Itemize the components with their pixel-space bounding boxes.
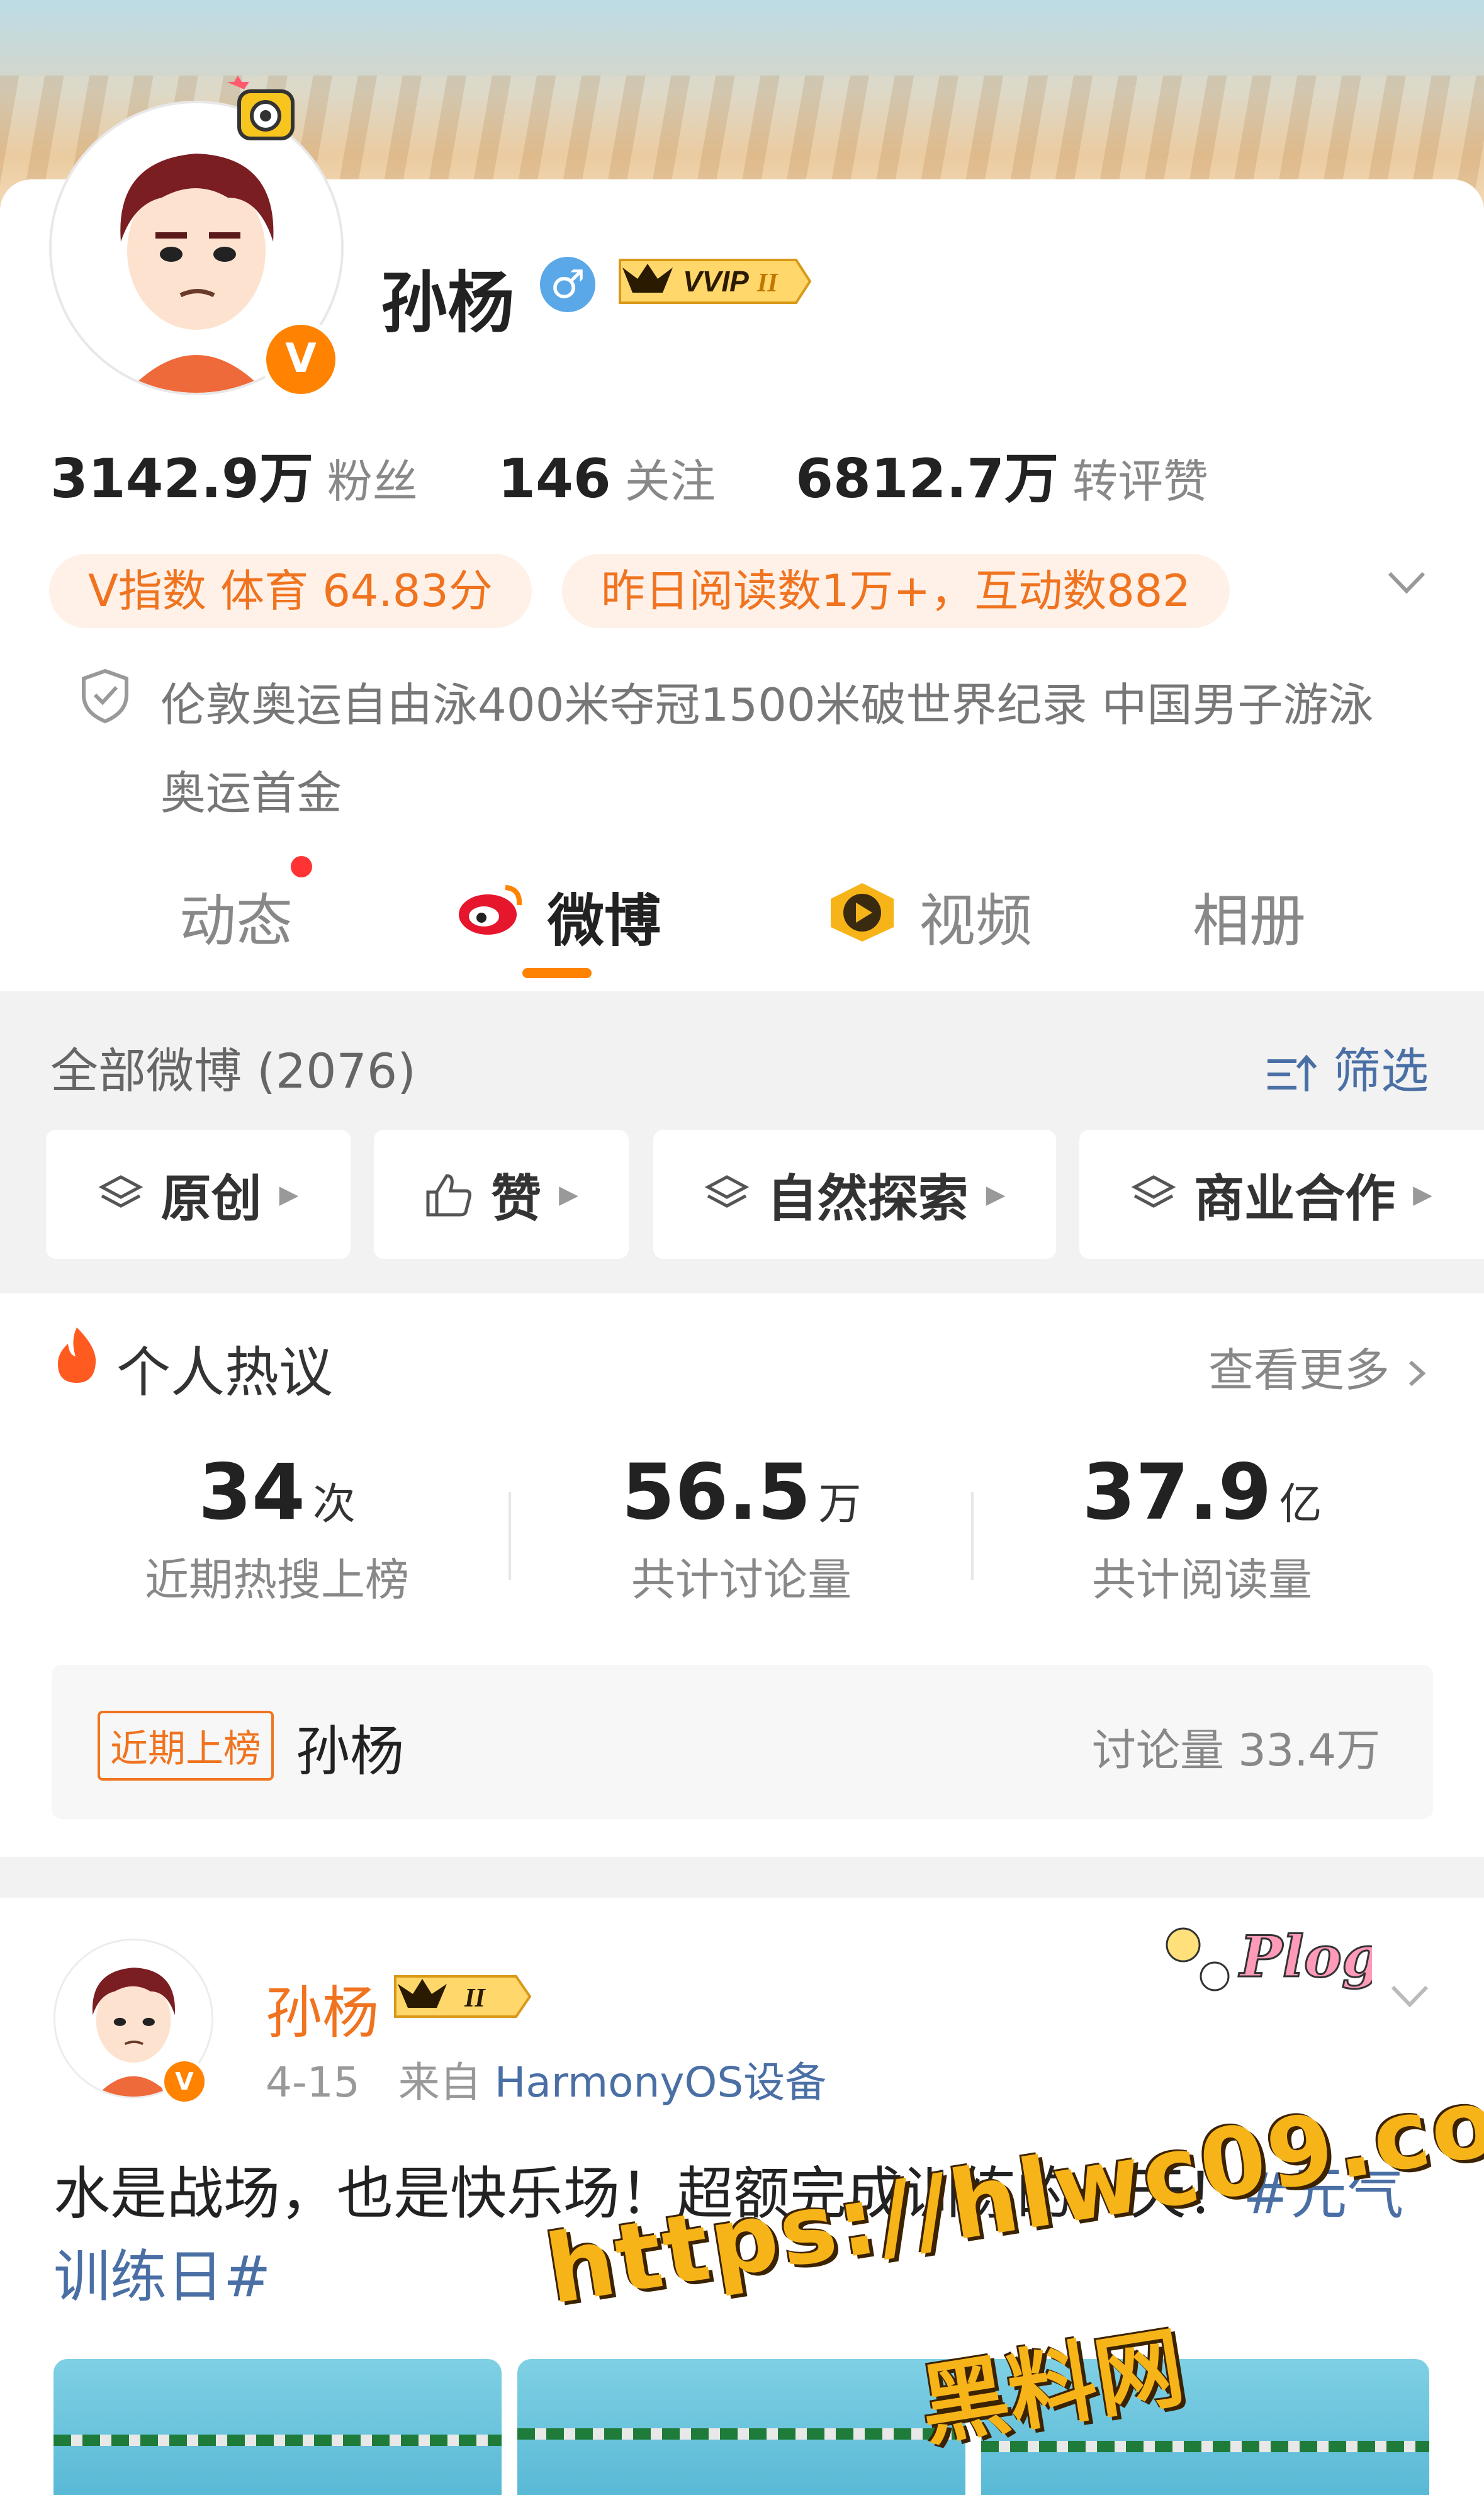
chip-original[interactable]: 原创 ▶ bbox=[46, 1130, 351, 1259]
profile-bio: 伦敦奥运自由泳400米夺冠1500米破世界纪录 中国男子游泳奥运首金 bbox=[160, 679, 1374, 819]
chip-like[interactable]: 赞 ▶ bbox=[374, 1130, 629, 1259]
lane-rope bbox=[517, 2428, 965, 2440]
follower-stats: 3142.9万 粉丝 146 关注 6812.7万 转评赞 bbox=[50, 434, 1208, 513]
hot-section-title: 个人热议 bbox=[116, 1341, 333, 1404]
recent-rank-tag: 近期上榜 bbox=[98, 1711, 274, 1781]
filter-icon bbox=[1268, 1054, 1317, 1091]
metric-discussion[interactable]: 56.5 万 共计讨论量 bbox=[609, 1448, 874, 1608]
thumbs-up-icon bbox=[426, 1173, 472, 1216]
post-source[interactable]: HarmonyOS设备 bbox=[495, 2058, 826, 2107]
metric-divider bbox=[509, 1492, 511, 1580]
active-tab-indicator bbox=[522, 968, 592, 978]
post-image-2[interactable] bbox=[517, 2359, 965, 2495]
profile-name: 孙杨 bbox=[381, 264, 514, 342]
lane-rope bbox=[53, 2435, 502, 2446]
male-gender-icon: ♂ bbox=[540, 257, 595, 312]
verified-badge-icon: V bbox=[161, 2058, 208, 2105]
shield-icon bbox=[79, 667, 132, 726]
stat-interactions[interactable]: 6812.7万 转评赞 bbox=[795, 448, 1208, 510]
chevron-down-icon[interactable] bbox=[1385, 557, 1429, 616]
stat-following[interactable]: 146 关注 bbox=[498, 448, 716, 510]
unread-dot bbox=[291, 856, 312, 877]
video-play-icon bbox=[824, 880, 900, 945]
tab-video[interactable]: 视频 bbox=[919, 875, 1032, 957]
chip-business-label: 商业合作 bbox=[1194, 1169, 1396, 1228]
all-weibo-count: 全部微博 (2076) bbox=[50, 1043, 416, 1099]
tab-weibo[interactable]: 微博 bbox=[548, 875, 661, 957]
metric-divider bbox=[971, 1492, 974, 1580]
filter-button[interactable]: 筛选 bbox=[1265, 1032, 1429, 1101]
chip-nature-label: 自然探索 bbox=[767, 1169, 969, 1228]
chip-original-label: 原创 bbox=[160, 1169, 262, 1228]
stat-fans[interactable]: 3142.9万 粉丝 bbox=[50, 448, 418, 510]
vvip-badge[interactable]: VVIP II bbox=[614, 255, 815, 305]
vip-badge: II bbox=[390, 1971, 535, 2024]
flame-icon bbox=[52, 1325, 102, 1388]
chip-nature[interactable]: 自然探索 ▶ bbox=[653, 1130, 1056, 1259]
chevron-right-icon bbox=[1408, 1361, 1426, 1387]
layers-icon bbox=[704, 1174, 749, 1208]
post-source-prefix: 来自 bbox=[398, 2058, 481, 2107]
weibo-logo-icon bbox=[456, 880, 526, 939]
recent-rank-count: 讨论量 33.4万 bbox=[1092, 1725, 1381, 1776]
metric-reads[interactable]: 37.9 亿 共计阅读量 bbox=[1070, 1448, 1334, 1608]
metric-hot-search[interactable]: 34 次 近期热搜上榜 bbox=[145, 1448, 409, 1608]
vvip-level: II bbox=[756, 269, 779, 298]
plog-text: Plog bbox=[1238, 1923, 1372, 1990]
post-date: 4-15 bbox=[266, 2058, 360, 2107]
verified-badge-icon: V bbox=[261, 320, 340, 399]
vvip-label: VVIP bbox=[683, 265, 749, 298]
layers-icon bbox=[98, 1174, 143, 1208]
post-image-1[interactable] bbox=[53, 2359, 502, 2495]
view-more-label: 查看更多 bbox=[1208, 1344, 1390, 1397]
tab-album[interactable]: 相册 bbox=[1193, 875, 1306, 957]
post-author-name[interactable]: 孙杨 bbox=[266, 1967, 379, 2049]
camera-sticker-icon bbox=[208, 63, 302, 157]
plog-sticker: Plog bbox=[1145, 1901, 1382, 2017]
chip-like-label: 赞 bbox=[491, 1169, 542, 1228]
tab-dynamic[interactable]: 动态 bbox=[179, 875, 293, 957]
vip-level: II bbox=[464, 1984, 486, 2013]
post-menu-chevron-icon[interactable] bbox=[1388, 1973, 1432, 2020]
view-more-link[interactable]: 查看更多 bbox=[1208, 1333, 1429, 1399]
chip-business[interactable]: 商业合作 ▶ bbox=[1079, 1130, 1484, 1259]
section-separator bbox=[0, 1857, 1484, 1898]
reading-stats-pill[interactable]: 昨日阅读数1万+，互动数882 bbox=[562, 554, 1230, 628]
filter-label: 筛选 bbox=[1333, 1043, 1429, 1099]
layers-icon bbox=[1131, 1174, 1176, 1208]
recent-rank-name: 孙杨 bbox=[296, 1720, 404, 1783]
v-index-pill[interactable]: V指数 体育 64.83分 bbox=[49, 554, 532, 628]
post-meta: 4-15 来自 HarmonyOS设备 bbox=[266, 2049, 826, 2109]
